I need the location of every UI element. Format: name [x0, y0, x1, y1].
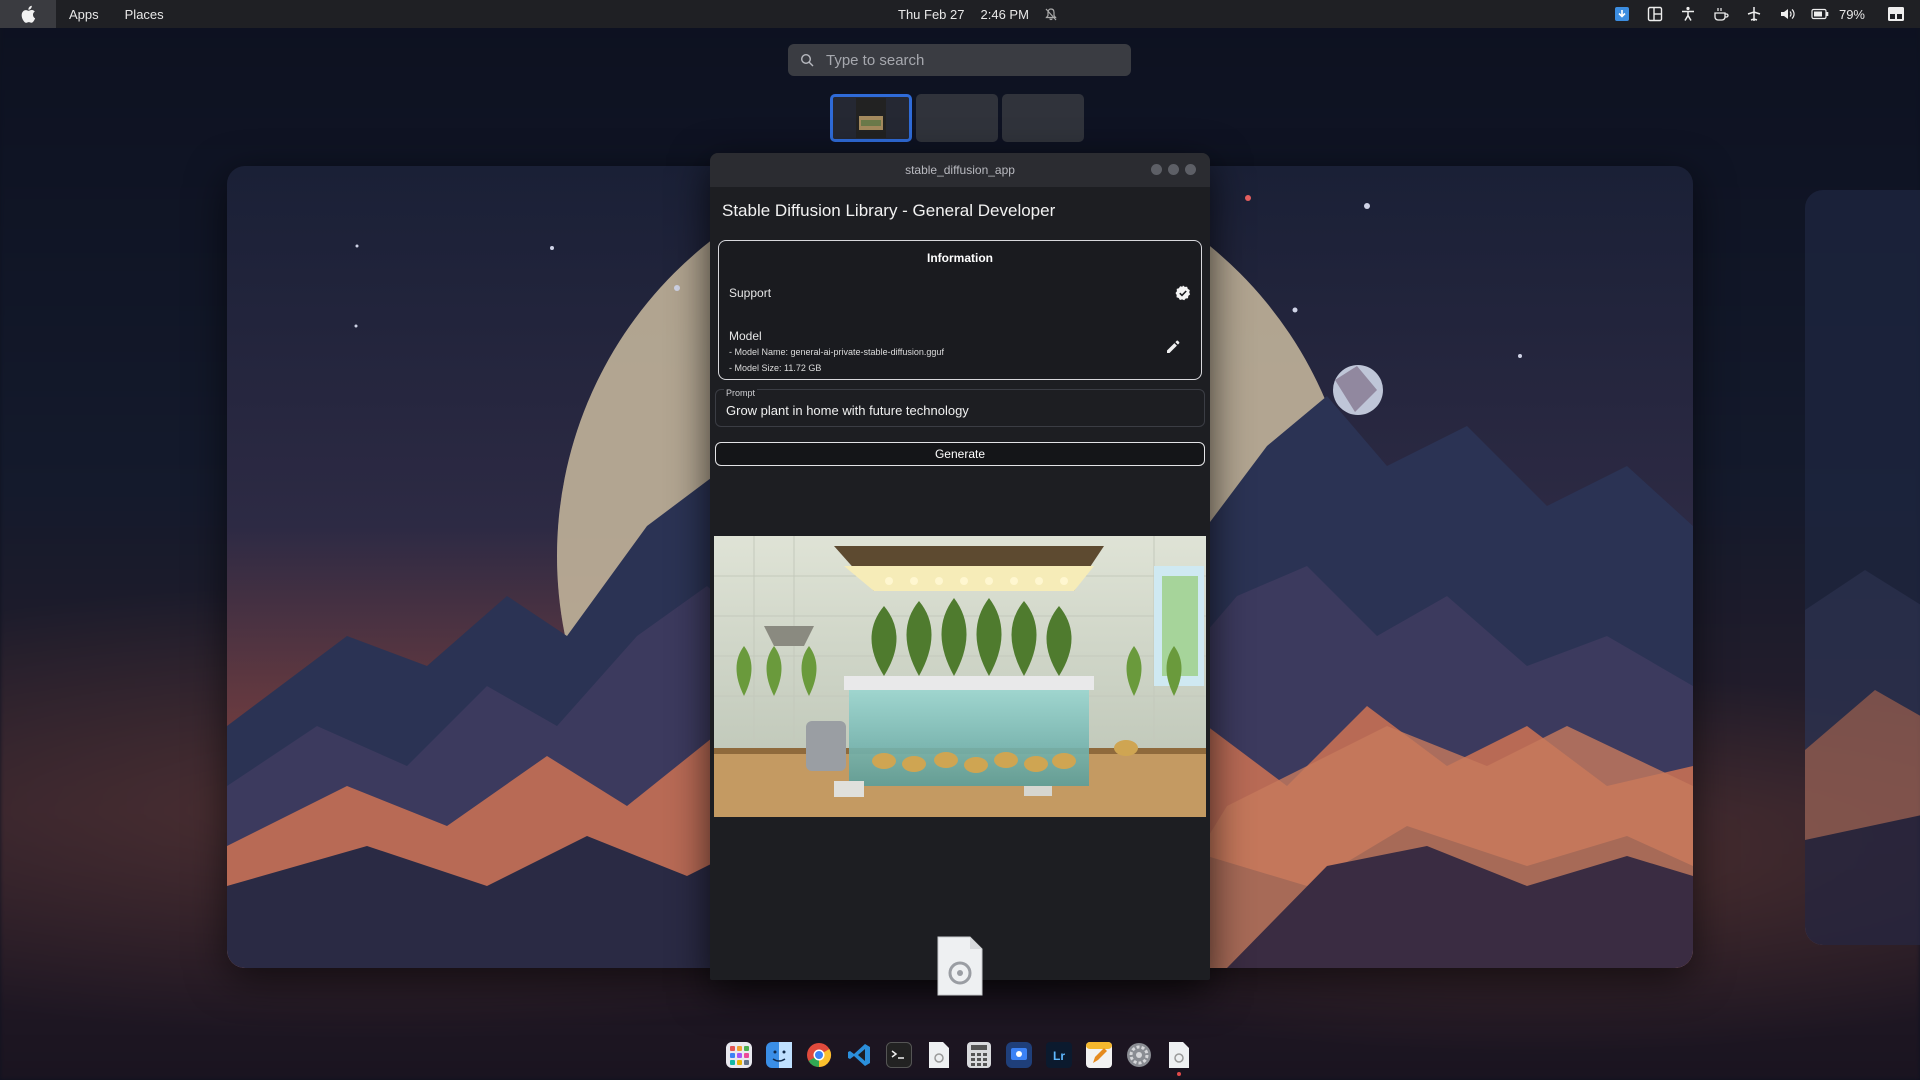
places-menu[interactable]: Places	[112, 7, 177, 22]
prompt-field[interactable]: Prompt	[715, 388, 1205, 427]
window-controls	[1151, 164, 1196, 175]
launchpad-icon[interactable]	[722, 1038, 756, 1072]
battery-icon[interactable]	[1804, 0, 1837, 28]
information-card: Information Support Model - Model Name: …	[718, 240, 1202, 380]
generate-button[interactable]: Generate	[715, 442, 1205, 466]
workspace-thumb-1[interactable]	[830, 94, 912, 142]
time-label: 2:46 PM	[980, 6, 1029, 22]
control-center-icon[interactable]	[1879, 0, 1912, 28]
minimize-button[interactable]	[1151, 164, 1162, 175]
svg-text:Lr: Lr	[1053, 1049, 1065, 1063]
maximize-button[interactable]	[1168, 164, 1179, 175]
dragged-file-icon[interactable]	[936, 935, 984, 1002]
clock[interactable]: Thu Feb 27 2:46 PM	[898, 0, 1057, 28]
vscode-icon[interactable]	[842, 1038, 876, 1072]
terminal-icon[interactable]	[882, 1038, 916, 1072]
volume-icon[interactable]	[1771, 0, 1804, 28]
prompt-label: Prompt	[724, 388, 758, 398]
airplane-icon[interactable]	[1738, 0, 1771, 28]
search-bar[interactable]	[788, 44, 1131, 76]
file-icon[interactable]	[922, 1038, 956, 1072]
workspace-thumb-2[interactable]	[916, 94, 998, 142]
page-title: Stable Diffusion Library - General Devel…	[722, 201, 1056, 220]
edit-icon[interactable]	[1165, 339, 1181, 355]
workspace-thumb-3[interactable]	[1002, 94, 1084, 142]
apple-icon	[21, 5, 36, 23]
window-thumbnail	[856, 98, 886, 138]
date-label: Thu Feb 27	[898, 6, 965, 22]
window-title: stable_diffusion_app	[905, 163, 1015, 177]
apps-menu[interactable]: Apps	[56, 7, 112, 22]
model-size: - Model Size: 11.72 GB	[729, 363, 822, 373]
dock: Lr	[722, 1038, 1196, 1076]
calculator-icon[interactable]	[962, 1038, 996, 1072]
notes-icon[interactable]	[1082, 1038, 1116, 1072]
file-icon-active[interactable]	[1162, 1038, 1196, 1076]
top-bar: Apps Places Thu Feb 27 2:46 PM 79%	[0, 0, 1920, 28]
apple-menu-button[interactable]	[0, 0, 56, 28]
battery-percent: 79%	[1838, 6, 1865, 22]
notifications-muted-icon[interactable]	[1045, 7, 1057, 21]
layout-icon[interactable]	[1639, 0, 1672, 28]
workspace-switcher	[830, 94, 1084, 142]
support-row: Support	[729, 285, 1191, 301]
finder-icon[interactable]	[762, 1038, 796, 1072]
prompt-input[interactable]	[724, 402, 1198, 419]
lightroom-icon[interactable]: Lr	[1042, 1038, 1076, 1072]
search-icon	[800, 53, 814, 67]
running-indicator	[1177, 1072, 1181, 1076]
generated-image	[714, 536, 1206, 817]
chrome-icon[interactable]	[802, 1038, 836, 1072]
support-label: Support	[729, 286, 772, 300]
model-row: Model - Model Name: general-ai-private-s…	[729, 329, 1191, 375]
verified-check-icon	[1175, 285, 1191, 301]
system-tray: 79%	[1606, 0, 1912, 28]
app-window[interactable]: stable_diffusion_app Stable Diffusion Li…	[710, 153, 1210, 980]
search-input[interactable]	[824, 50, 1108, 70]
download-icon[interactable]	[1606, 0, 1639, 28]
workspace-preview-next[interactable]	[1805, 190, 1920, 945]
settings-icon[interactable]	[1122, 1038, 1156, 1072]
information-title: Information	[927, 251, 993, 265]
model-name: - Model Name: general-ai-private-stable-…	[729, 347, 944, 357]
app-icon[interactable]	[1002, 1038, 1036, 1072]
close-button[interactable]	[1185, 164, 1196, 175]
window-titlebar[interactable]: stable_diffusion_app	[710, 153, 1210, 187]
model-label: Model	[729, 329, 762, 343]
accessibility-icon[interactable]	[1672, 0, 1705, 28]
coffee-icon[interactable]	[1705, 0, 1738, 28]
